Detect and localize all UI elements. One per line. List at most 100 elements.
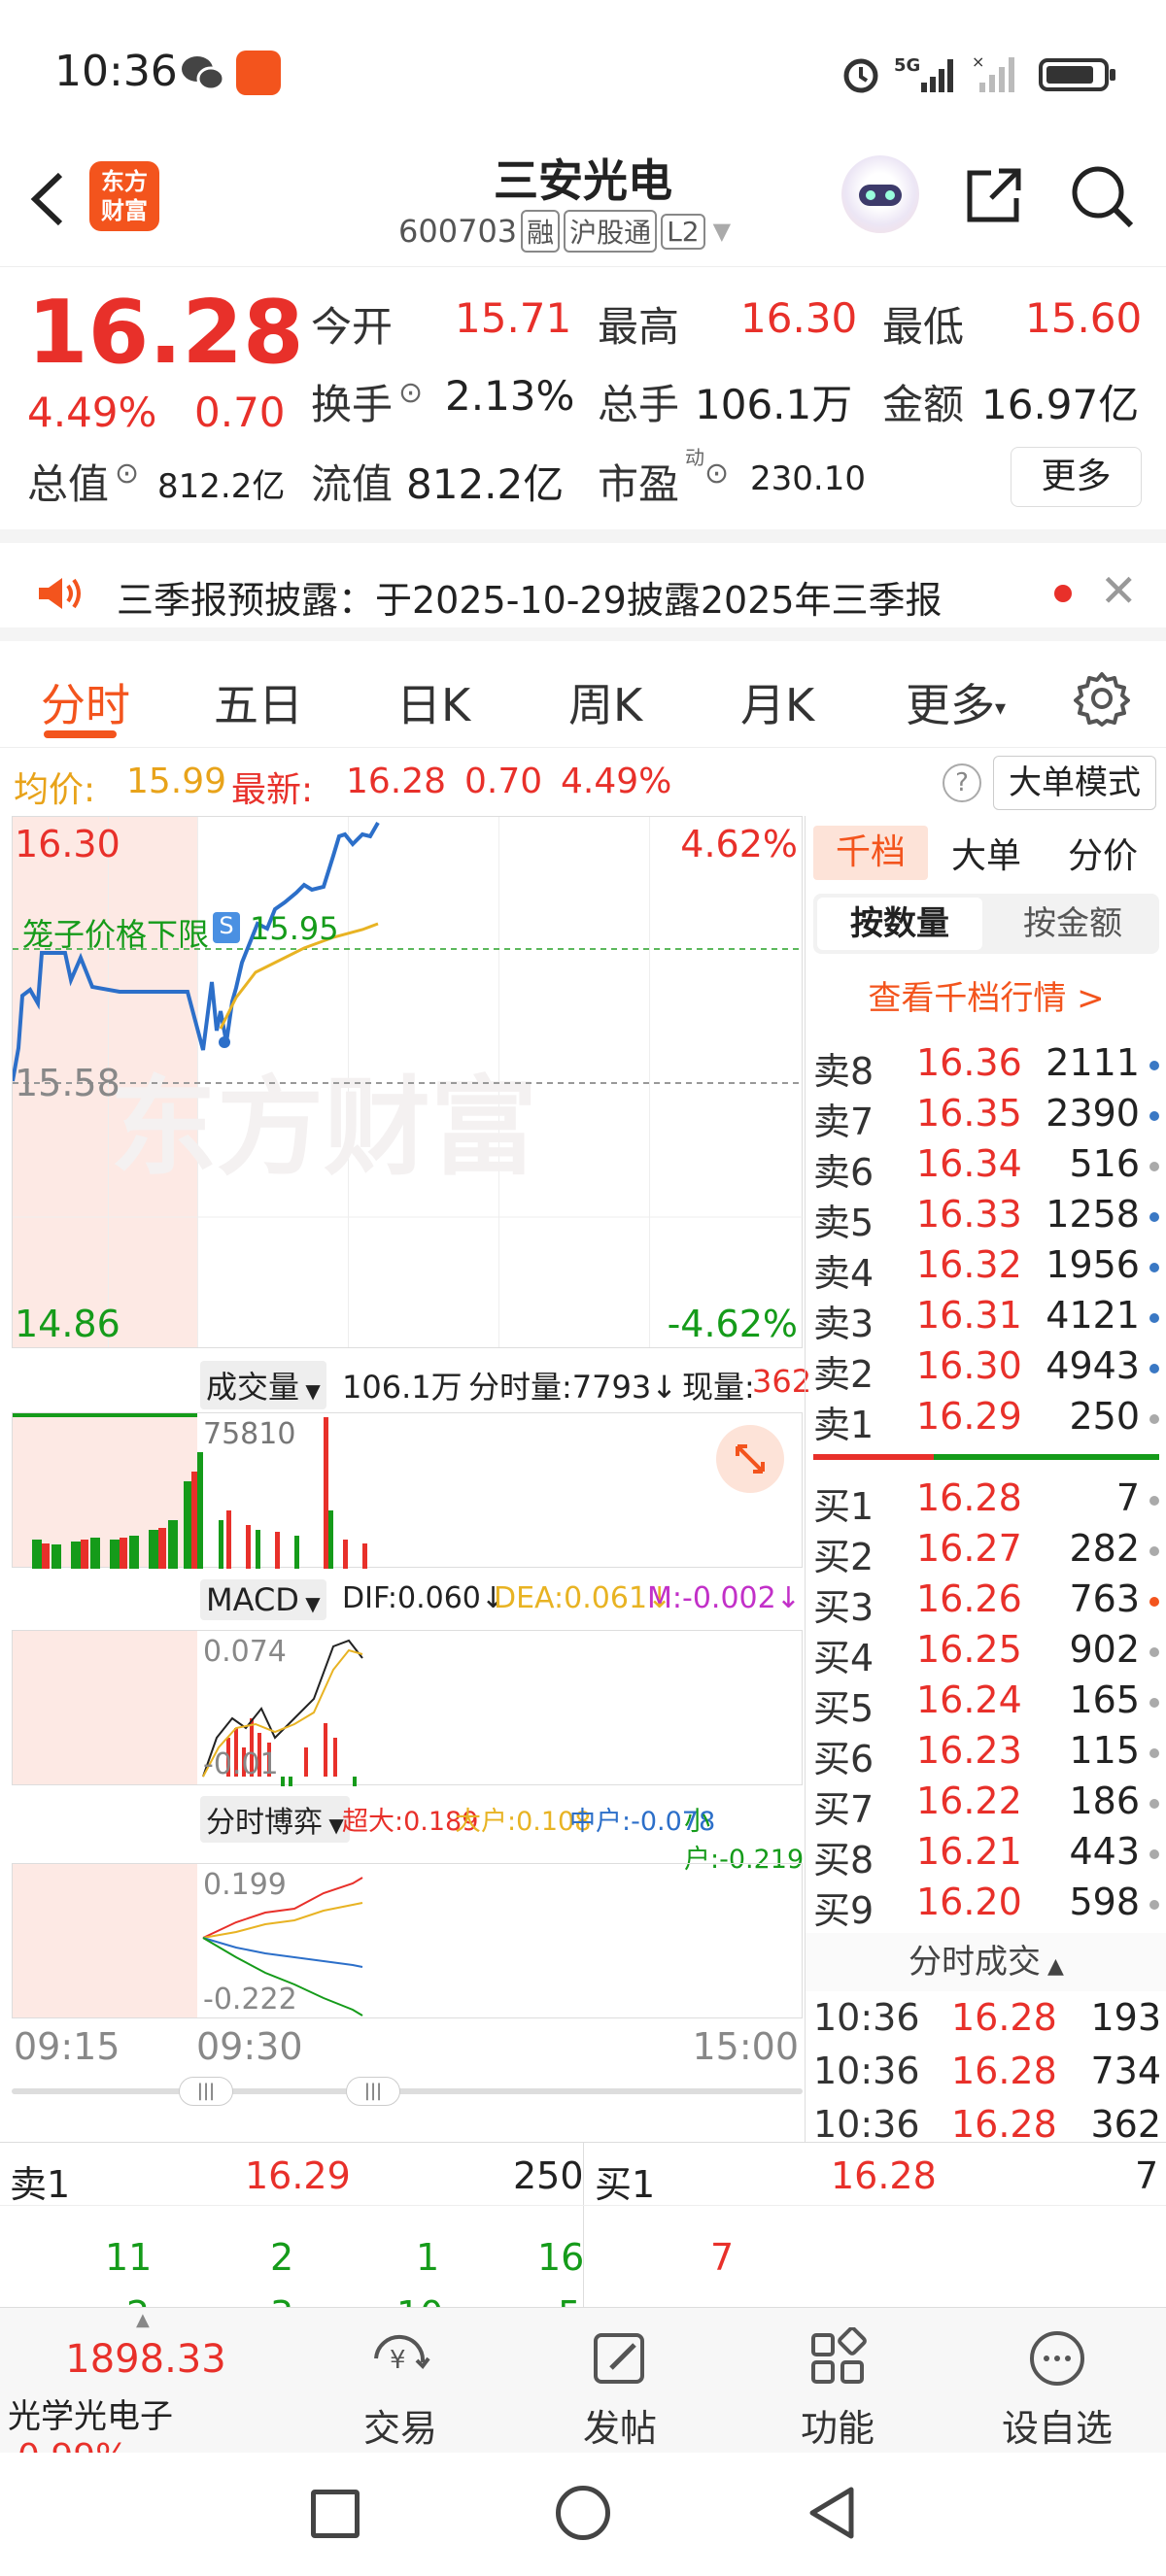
sell-marker[interactable]: S — [213, 912, 240, 943]
tab-price-distribution[interactable]: 分价 — [1068, 828, 1138, 878]
ask-volume: 2111 — [1046, 1041, 1140, 1084]
home-button[interactable] — [556, 2486, 610, 2540]
volume-panel[interactable]: 75810 — [12, 1412, 803, 1569]
bid-row[interactable]: 买5 16.24 165 — [806, 1678, 1166, 1730]
flow-selector-label: 分时博弈 — [206, 1806, 323, 1840]
volume-tick: 分时量:7793↓ — [468, 1369, 678, 1406]
nav-post[interactable]: 发帖 — [552, 2327, 688, 2452]
more-circle-icon — [989, 2327, 1125, 2398]
ask-row[interactable]: 卖8 16.36 2111 — [806, 1041, 1166, 1093]
ask-price: 16.32 — [916, 1243, 1022, 1286]
bid-row[interactable]: 买7 16.22 186 — [806, 1779, 1166, 1831]
ask-row[interactable]: 卖3 16.31 4121 — [806, 1294, 1166, 1345]
caret-up-icon: ▲ — [1041, 1954, 1064, 1979]
close-icon[interactable]: ✕ — [1100, 564, 1138, 617]
tab-intraday[interactable]: 分时 — [41, 670, 130, 734]
price-panel[interactable]: 东方财富 16.30 15.58 14.86 4.62% -4.62% 笼子价格… — [12, 816, 804, 1348]
bid-level-label: 买9 — [813, 1889, 874, 1932]
bid-volume: 165 — [1069, 1678, 1140, 1721]
search-icon[interactable] — [1069, 163, 1137, 235]
ask-level-label: 卖5 — [813, 1202, 874, 1244]
change-amount: 0.70 — [194, 389, 286, 436]
sub-tab-by-amount[interactable]: 按金额 — [990, 898, 1155, 950]
back-nav-button[interactable] — [805, 2484, 859, 2546]
notice-banner[interactable]: 三季报预披露：于2025-10-29披露2025年三季报 ✕ — [0, 529, 1166, 641]
expand-icon[interactable] — [716, 1425, 784, 1493]
sub-tab-by-volume[interactable]: 按数量 — [817, 898, 982, 950]
range-slider-right-handle[interactable]: ||| — [346, 2077, 400, 2106]
tab-monthly-k[interactable]: 月K — [740, 670, 814, 734]
flow-panel[interactable]: 0.199 -0.222 — [12, 1863, 803, 2018]
bid-row[interactable]: 买3 16.26 763 — [806, 1577, 1166, 1629]
bid-row[interactable]: 买9 16.20 598 — [806, 1881, 1166, 1932]
ask-row[interactable]: 卖6 16.34 516 — [806, 1142, 1166, 1194]
flow-svg — [202, 1877, 363, 2017]
order-indicator-dot — [1149, 1263, 1159, 1272]
trade-price: 16.28 — [951, 2050, 1057, 2092]
ask-level-label: 卖8 — [813, 1050, 874, 1093]
bid-row[interactable]: 买4 16.25 902 — [806, 1628, 1166, 1679]
view-full-depth-link[interactable]: 查看千档行情 > — [806, 971, 1166, 1019]
info-icon[interactable]: ⊙ — [704, 457, 729, 491]
tab-five-day[interactable]: 五日 — [214, 670, 303, 734]
settings-gear-icon[interactable] — [1074, 670, 1130, 730]
bid-row[interactable]: 买6 16.23 115 — [806, 1729, 1166, 1780]
range-slider-left-handle[interactable]: ||| — [179, 2077, 233, 2106]
ask-row[interactable]: 卖7 16.35 2390 — [806, 1092, 1166, 1143]
status-bar: 10:36 5G × — [0, 0, 1166, 146]
macd-panel[interactable]: 0.074 -0.01 — [12, 1630, 803, 1786]
bid-level-label: 买4 — [813, 1637, 874, 1679]
share-icon[interactable] — [962, 163, 1026, 231]
stock-code-row[interactable]: 600703 融 沪股通 L2 ▼ — [398, 210, 731, 253]
pe-superscript: 动 — [685, 446, 704, 469]
ask-level-label: 卖6 — [813, 1151, 874, 1194]
latest-change: 0.70 — [464, 762, 543, 801]
trades-header[interactable]: 分时成交 ▲ — [806, 1933, 1166, 1991]
bottom-nav: ▲ 1898.33 光学光电子 0.99% ¥ 交易 发帖 功能 设自选 — [0, 2307, 1166, 2477]
info-icon[interactable]: ⊙ — [398, 376, 423, 410]
order-indicator-dot — [1149, 1900, 1159, 1910]
range-slider-track[interactable] — [12, 2088, 803, 2094]
info-icon[interactable]: ⊙ — [115, 457, 139, 491]
bid-price: 16.20 — [916, 1881, 1022, 1923]
recent-apps-button[interactable] — [311, 2490, 360, 2538]
ai-robot-icon[interactable] — [841, 155, 919, 233]
nav-functions[interactable]: 功能 — [770, 2326, 906, 2452]
depth-ask-price: 16.29 — [245, 2154, 351, 2197]
stock-code: 600703 — [398, 213, 518, 250]
price-info-line: 均价: 15.99 最新: 16.28 0.70 4.49% ? 大单模式 — [0, 748, 1166, 816]
volume-axis-max: 75810 — [203, 1417, 296, 1451]
tab-big-orders[interactable]: 大单 — [951, 828, 1021, 878]
intraday-chart[interactable]: 东方财富 16.30 15.58 14.86 4.62% -4.62% 笼子价格… — [12, 816, 811, 2108]
more-button[interactable]: 更多 — [1011, 447, 1142, 507]
low-value: 15.60 — [1025, 294, 1143, 342]
unread-dot — [1054, 585, 1072, 602]
ask-row[interactable]: 卖4 16.32 1956 — [806, 1243, 1166, 1295]
eastmoney-logo[interactable]: 东方 财富 — [89, 161, 159, 231]
nav-trade[interactable]: ¥ 交易 — [332, 2327, 468, 2452]
tab-weekly-k[interactable]: 周K — [568, 670, 642, 734]
back-button[interactable] — [21, 165, 80, 233]
volume-selector[interactable]: 成交量 ▼ — [200, 1361, 326, 1409]
bid-price: 16.26 — [916, 1577, 1022, 1620]
help-icon[interactable]: ? — [943, 763, 981, 802]
ask-row[interactable]: 卖1 16.29 250 — [806, 1395, 1166, 1446]
bid-row[interactable]: 买2 16.27 282 — [806, 1527, 1166, 1578]
trade-price: 16.28 — [951, 2103, 1057, 2146]
tab-more[interactable]: 更多▾ — [906, 670, 1006, 734]
macd-selector[interactable]: MACD ▼ — [200, 1579, 326, 1620]
bid-row[interactable]: 买8 16.21 443 — [806, 1830, 1166, 1881]
order-indicator-dot — [1149, 1496, 1159, 1506]
tab-daily-k[interactable]: 日K — [396, 670, 470, 734]
tab-thousand-level[interactable]: 千档 — [813, 826, 928, 880]
block-order-mode-button[interactable]: 大单模式 — [993, 756, 1156, 810]
ask-row[interactable]: 卖2 16.30 4943 — [806, 1344, 1166, 1396]
volume-label: 总手 — [598, 381, 680, 428]
order-indicator-dot — [1149, 1414, 1159, 1424]
ask-row[interactable]: 卖5 16.33 1258 — [806, 1193, 1166, 1244]
nav-add-watchlist[interactable]: 设自选 — [989, 2327, 1125, 2452]
grid-icon — [770, 2326, 906, 2398]
macd-dea: DEA:0.061↓ — [494, 1581, 672, 1615]
flow-selector[interactable]: 分时博弈 ▼ — [200, 1796, 350, 1843]
bid-row[interactable]: 买1 16.28 7 — [806, 1476, 1166, 1528]
